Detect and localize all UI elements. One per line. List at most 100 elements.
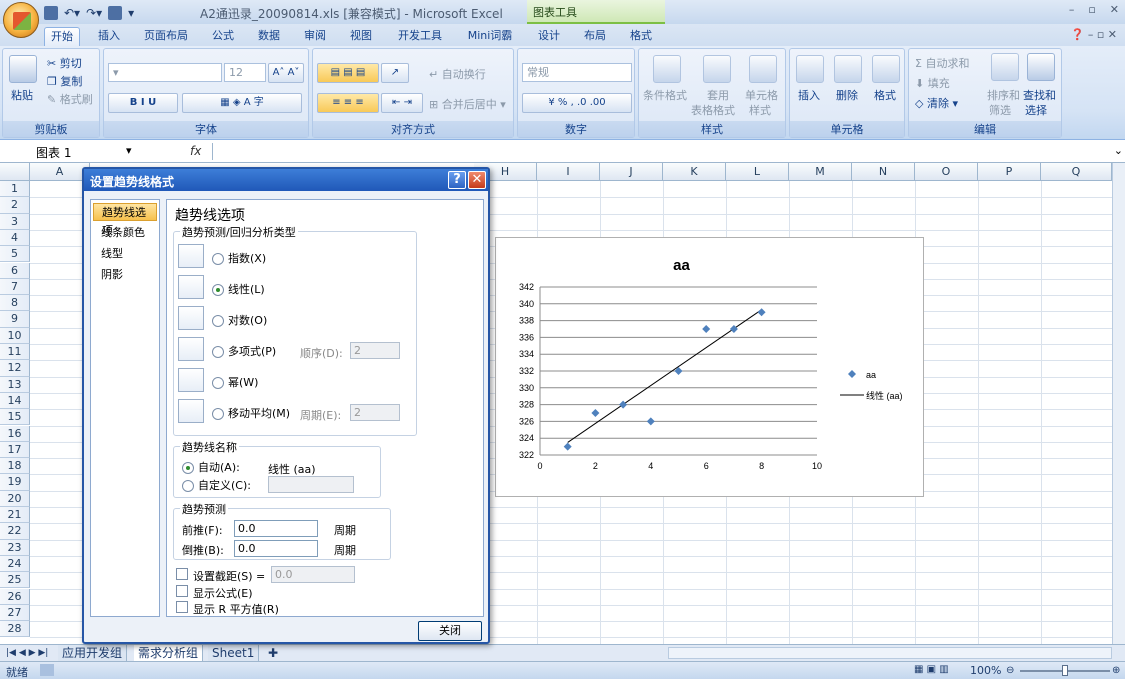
delete-cells-button[interactable]: 删除 [836, 87, 858, 103]
fill-button[interactable]: ⬇ 填充 [915, 75, 950, 91]
scatter-chart[interactable]: aa 322 324 326 328 330 332 334 336 338 340 342 0 2 4 6 8… [496, 238, 925, 498]
sheet-nav-icon[interactable]: |◀ ◀ ▶ ▶| [2, 645, 52, 661]
row-header[interactable]: 20 [0, 490, 30, 507]
row-header[interactable]: 2 [0, 197, 30, 214]
dialog-title-bar[interactable]: 设置趋势线格式 ? ✕ [84, 169, 488, 191]
horizontal-align-buttons[interactable]: ≡ ≡ ≡ [317, 93, 379, 113]
row-header[interactable]: 25 [0, 572, 30, 589]
column-header[interactable]: N [852, 163, 915, 181]
zoom-in-icon[interactable]: ⊕ [1112, 665, 1120, 676]
table-format-button[interactable]: 套用 [707, 87, 729, 103]
tab-home[interactable]: 开始 [44, 27, 80, 46]
embedded-chart[interactable]: aa 322 324 326 328 330 332 334 336 338 340 342 0 2 4 6 8… [495, 237, 924, 497]
number-format-select[interactable]: 常规 [522, 63, 632, 82]
conditional-format-button[interactable]: 条件格式 [643, 87, 687, 103]
cut-button[interactable]: ✂ 剪切 [47, 55, 82, 71]
border-fill-color-buttons[interactable]: ▦ ◈ A ﻿字 [182, 93, 302, 113]
insert-sheet-icon[interactable]: ✚ [264, 645, 282, 661]
tab-insert[interactable]: 插入 [92, 27, 126, 46]
find-select-button[interactable]: 查找和 [1023, 87, 1056, 103]
column-header[interactable]: Q [1041, 163, 1112, 181]
row-header[interactable]: 23 [0, 539, 30, 556]
copy-button[interactable]: ❐ 复制 [47, 73, 82, 89]
dialog-help-button[interactable]: ? [448, 171, 466, 189]
close-button[interactable]: 关闭 [418, 621, 482, 641]
name-box-dropdown-icon[interactable]: ▾ [126, 144, 132, 157]
row-header[interactable]: 18 [0, 458, 30, 475]
fx-icon[interactable]: fx [190, 144, 201, 158]
format-cells-button[interactable]: 格式 [874, 87, 896, 103]
customize-qat-icon[interactable]: ▾ [128, 6, 134, 20]
period-stepper[interactable]: 2 [350, 404, 400, 421]
restore-icon[interactable]: ▫ [1088, 3, 1095, 16]
linear-radio[interactable]: 线性(L) [212, 281, 265, 297]
auto-name-radio[interactable]: 自动(A): [182, 459, 240, 475]
tab-page-layout[interactable]: 页面布局 [140, 27, 192, 46]
row-header[interactable]: 19 [0, 474, 30, 491]
column-header[interactable]: P [978, 163, 1041, 181]
row-header[interactable]: 4 [0, 229, 30, 247]
column-header[interactable]: I [537, 163, 600, 181]
merge-center-button[interactable]: ⊞ 合并后居中 ▾ [429, 96, 506, 112]
show-equation-checkbox[interactable] [176, 585, 188, 597]
cell-style-button[interactable]: 单元格 [745, 87, 778, 103]
column-header[interactable]: J [600, 163, 663, 181]
row-header[interactable]: 16 [0, 425, 30, 442]
power-radio[interactable]: 幂(W) [212, 374, 258, 390]
logarithmic-radio[interactable]: 对数(O) [212, 312, 267, 328]
clear-button[interactable]: ◇ 清除 ▾ [915, 95, 958, 111]
set-intercept-checkbox[interactable] [176, 568, 188, 580]
sheet-tab[interactable]: 应用开发组 [58, 645, 128, 661]
insert-cells-button[interactable]: 插入 [798, 87, 820, 103]
row-header[interactable]: 3 [0, 213, 30, 230]
office-button[interactable] [3, 2, 39, 38]
tab-developer[interactable]: 开发工具 [392, 27, 448, 46]
show-r-squared-checkbox[interactable] [176, 601, 188, 613]
moving-average-radio[interactable]: 移动平均(M) [212, 405, 290, 421]
indent-buttons[interactable]: ⇤ ⇥ [381, 93, 423, 113]
format-painter-button[interactable]: ✎ 格式刷 [47, 91, 93, 107]
view-mode-icon[interactable]: ▦ ▣ ▥ [914, 664, 949, 675]
sheet-tab[interactable]: Sheet1 [208, 645, 260, 661]
row-header[interactable]: 13 [0, 376, 30, 393]
column-header[interactable]: A [30, 163, 90, 181]
name-box[interactable]: 图表 1 [36, 144, 71, 161]
row-header[interactable]: 24 [0, 555, 30, 573]
vertical-align-buttons[interactable]: ▤ ▤ ▤ [317, 63, 379, 83]
order-stepper[interactable]: 2 [350, 342, 400, 359]
row-header[interactable]: 21 [0, 507, 30, 524]
row-header[interactable]: 6 [0, 262, 30, 279]
zoom-level[interactable]: 100% [970, 664, 1001, 677]
row-header[interactable]: 11 [0, 344, 30, 361]
polynomial-radio[interactable]: 多项式(P) [212, 343, 276, 359]
forward-input[interactable]: 0.0 [234, 520, 318, 537]
tab-formulas[interactable]: 公式 [206, 27, 240, 46]
formula-input[interactable] [212, 143, 1112, 160]
expand-formula-icon[interactable]: ⌄ [1114, 144, 1123, 157]
wrap-text-button[interactable]: ↵ 自动换行 [429, 66, 486, 82]
minimize-icon[interactable]: – [1069, 3, 1075, 16]
row-header[interactable]: 14 [0, 392, 30, 410]
save-icon[interactable] [44, 5, 58, 20]
autosum-button[interactable]: Σ 自动求和 [915, 55, 969, 71]
column-header[interactable]: L [726, 163, 789, 181]
sort-filter-button[interactable]: 排序和 [987, 87, 1020, 103]
close-icon[interactable]: ✕ [1110, 3, 1119, 16]
row-header[interactable]: 1 [0, 181, 30, 198]
row-header[interactable]: 5 [0, 246, 30, 263]
column-header[interactable]: O [915, 163, 978, 181]
tab-layout[interactable]: 布局 [578, 27, 612, 46]
zoom-out-icon[interactable]: ⊖ [1006, 665, 1014, 676]
redo-icon[interactable]: ↷▾ [86, 6, 102, 20]
row-header[interactable]: 7 [0, 278, 30, 296]
print-preview-icon[interactable] [108, 5, 123, 20]
row-header[interactable]: 10 [0, 327, 30, 344]
bold-italic-underline-buttons[interactable]: B I U [108, 93, 178, 113]
custom-name-radio[interactable]: 自定义(C): [182, 477, 251, 493]
sheet-tab-active[interactable]: 需求分析组 [134, 645, 204, 661]
tab-view[interactable]: 视图 [344, 27, 378, 46]
row-header[interactable]: 17 [0, 441, 30, 459]
number-format-buttons[interactable]: ¥ % , .0 .00 [522, 93, 632, 113]
nav-line-color[interactable]: 线条颜色 [93, 224, 157, 242]
tab-review[interactable]: 审阅 [298, 27, 332, 46]
